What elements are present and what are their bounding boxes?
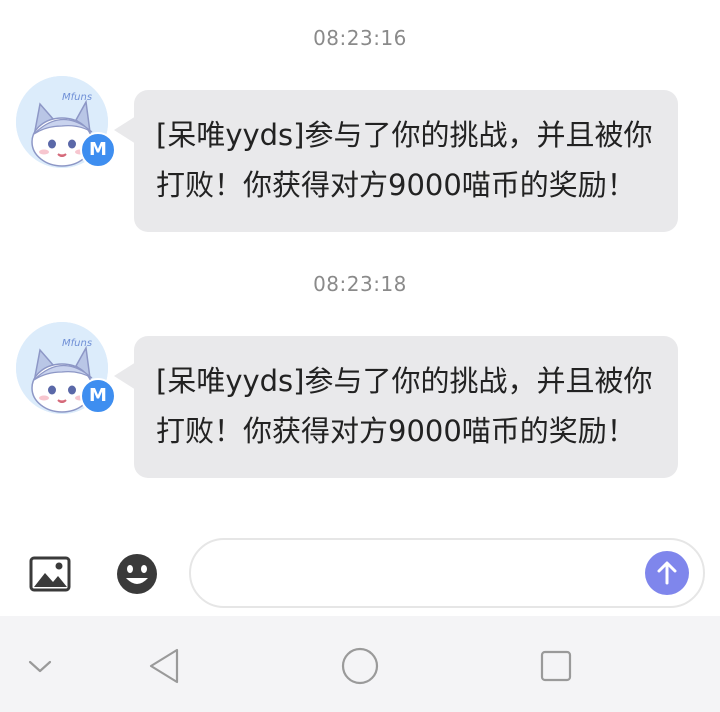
emoji-button[interactable] — [115, 552, 159, 596]
emoji-icon — [117, 554, 157, 594]
message-bubble[interactable]: [呆唯yyds]参与了你的挑战，并且被你打败！你获得对方9000喵币的奖励！ — [114, 90, 678, 232]
nav-collapse-button[interactable] — [20, 646, 60, 686]
message-timestamp: 08:23:18 — [313, 272, 407, 296]
square-recents-icon — [540, 650, 572, 682]
message-bubble[interactable]: [呆唯yyds]参与了你的挑战，并且被你打败！你获得对方9000喵币的奖励！ — [114, 336, 678, 478]
message-text: [呆唯yyds]参与了你的挑战，并且被你打败！你获得对方9000喵币的奖励！ — [156, 118, 653, 202]
send-button[interactable] — [645, 551, 689, 595]
chevron-down-icon — [28, 660, 52, 673]
message-text: [呆唯yyds]参与了你的挑战，并且被你打败！你获得对方9000喵币的奖励！ — [156, 364, 653, 448]
circle-home-icon — [341, 647, 379, 685]
system-nav-bar — [0, 616, 720, 712]
message-input-bar — [0, 530, 720, 616]
nav-back-button[interactable] — [144, 646, 184, 686]
avatar-watermark-text: Mfuns — [62, 338, 92, 349]
message-timestamp: 08:23:16 — [313, 26, 407, 50]
image-picker-button[interactable] — [28, 552, 72, 596]
arrow-up-icon — [657, 561, 677, 585]
image-icon — [29, 556, 71, 592]
message-input[interactable] — [189, 538, 705, 608]
sender-avatar[interactable]: Mfuns M — [16, 76, 116, 172]
verified-badge: M — [80, 132, 116, 168]
verified-badge: M — [80, 378, 116, 414]
sender-avatar[interactable]: Mfuns M — [16, 322, 116, 418]
nav-recents-button[interactable] — [536, 646, 576, 686]
avatar-watermark-text: Mfuns — [62, 92, 92, 103]
triangle-back-icon — [149, 648, 179, 684]
chat-screen: 08:23:16 Mfuns M [呆唯yyds]参与了你的挑战，并且被你打败！… — [0, 0, 720, 712]
nav-home-button[interactable] — [340, 646, 380, 686]
